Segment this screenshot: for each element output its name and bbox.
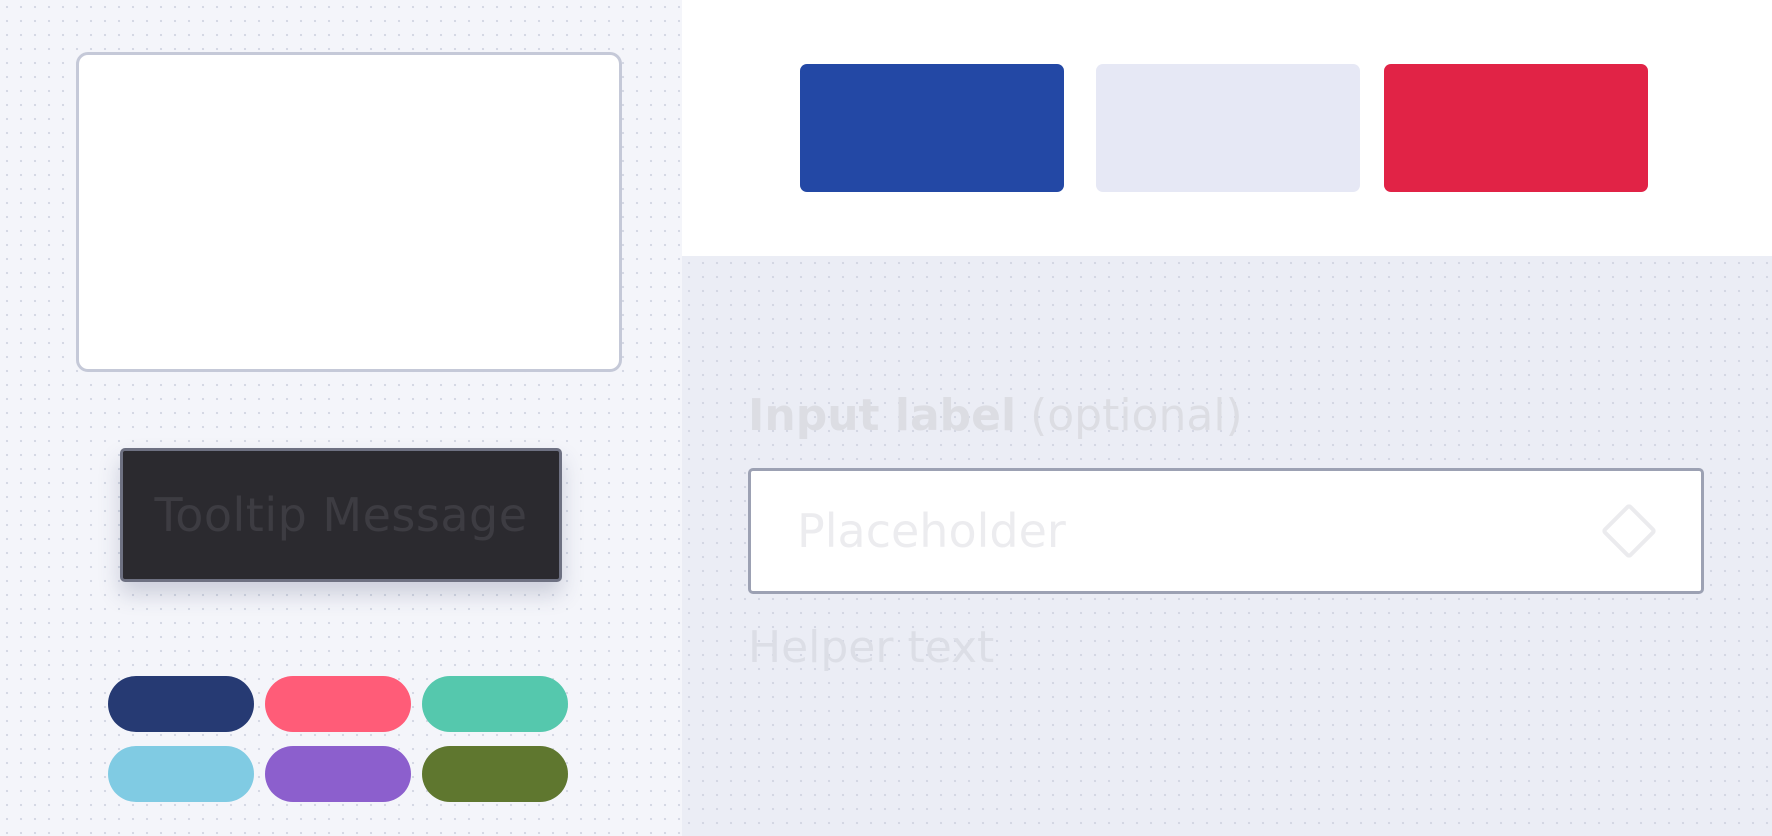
color-pill[interactable]: [265, 676, 411, 732]
swatch-secondary[interactable]: [1096, 64, 1360, 192]
color-pill[interactable]: [108, 746, 254, 802]
input-placeholder: Placeholder: [797, 504, 1066, 558]
empty-card: [76, 52, 622, 372]
form-panel: Input label (optional) Placeholder Helpe…: [682, 256, 1772, 836]
swatch-primary[interactable]: [800, 64, 1064, 192]
input-label-text: Input label: [748, 390, 1017, 441]
color-pill[interactable]: [108, 676, 254, 732]
left-panel: Tooltip Message: [0, 0, 682, 836]
color-pill[interactable]: [265, 746, 411, 802]
diamond-icon: [1602, 504, 1656, 558]
swatch-panel: [682, 0, 1772, 256]
text-input-field[interactable]: Placeholder: [748, 468, 1704, 594]
color-pill[interactable]: [422, 746, 568, 802]
color-pill[interactable]: [422, 676, 568, 732]
tooltip-message: Tooltip Message: [154, 488, 528, 542]
tooltip: Tooltip Message: [120, 448, 562, 582]
helper-text: Helper text: [748, 622, 995, 673]
swatch-danger[interactable]: [1384, 64, 1648, 192]
input-label: Input label (optional): [748, 390, 1243, 441]
input-label-optional: (optional): [1030, 390, 1243, 441]
